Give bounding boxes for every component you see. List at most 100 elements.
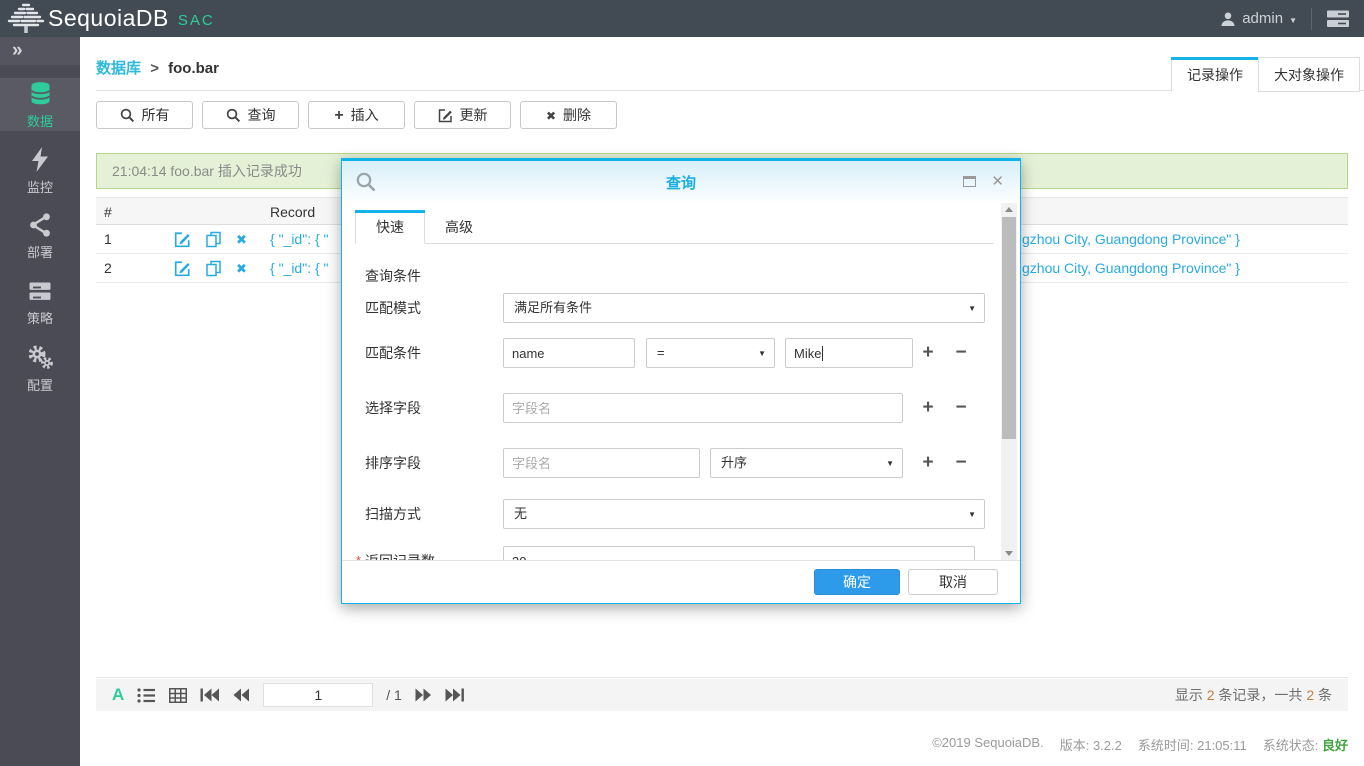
- system-time-label: 系统时间:: [1138, 738, 1197, 753]
- sidebar-item-monitor[interactable]: 监控: [0, 144, 80, 197]
- row-actions: [174, 225, 247, 254]
- breadcrumb: 数据库 > foo.bar: [96, 57, 219, 78]
- record-json-end[interactable]: gzhou City, Guangdong Province" }: [1022, 225, 1240, 254]
- system-status-value: 良好: [1322, 738, 1348, 753]
- sidebar-item-data[interactable]: 数据: [0, 78, 80, 131]
- remove-sort-field-icon[interactable]: [950, 452, 972, 474]
- sidebar-item-label: 部署: [27, 242, 53, 261]
- plus-icon: [334, 107, 343, 124]
- tab-record-operation[interactable]: 记录操作: [1171, 57, 1259, 92]
- query-modal: 查询 快速 高级 查询条件 匹配模式 满足所有条件 匹配条件: [341, 158, 1021, 604]
- last-page-icon[interactable]: [445, 688, 465, 702]
- tab-quick[interactable]: 快速: [355, 210, 425, 244]
- next-page-icon[interactable]: [415, 688, 432, 702]
- scan-mode-select[interactable]: 无: [503, 499, 985, 529]
- tab-advanced[interactable]: 高级: [425, 210, 493, 244]
- version-info: 版本: 3.2.2: [1060, 735, 1122, 754]
- chevron-down-icon: [1289, 10, 1297, 27]
- match-condition-label: 匹配条件: [365, 338, 421, 368]
- prev-page-icon[interactable]: [233, 688, 250, 702]
- scan-mode-label: 扫描方式: [365, 499, 421, 529]
- return-limit-label: 返回记录数: [365, 546, 435, 560]
- sort-field-input[interactable]: [503, 448, 700, 478]
- row-index: 1: [104, 225, 112, 254]
- record-json-start[interactable]: { "_id": { ": [270, 254, 329, 283]
- server-stack-icon: [1326, 9, 1350, 29]
- sidebar: 数据 监控 部署: [0, 37, 80, 766]
- scroll-up-arrow[interactable]: [1001, 203, 1017, 216]
- first-page-icon[interactable]: [200, 688, 220, 702]
- topbar: SequoiaDB SAC admin: [0, 0, 1364, 37]
- system-time-value: 21:05:11: [1197, 738, 1247, 753]
- operation-tabs: 记录操作 大对象操作: [1171, 57, 1360, 92]
- record-count-summary: 显示 2 条记录，一共 2 条: [1175, 685, 1332, 705]
- footer-status-bar: ©2019 SequoiaDB. 版本: 3.2.2 系统时间: 21:05:1…: [932, 735, 1348, 754]
- sidebar-item-strategy[interactable]: 策略: [0, 276, 80, 329]
- remove-select-field-icon[interactable]: [950, 397, 972, 419]
- sort-order-select[interactable]: 升序: [710, 448, 903, 478]
- query-button-label: 查询: [248, 105, 276, 125]
- modal-scrollbar: [1001, 203, 1017, 560]
- col-record-header: Record: [270, 198, 315, 226]
- condition-operator-select[interactable]: =: [646, 338, 775, 368]
- sort-field-row: 排序字段 升序: [342, 448, 1020, 478]
- system-status: 系统状态: 良好: [1263, 735, 1348, 754]
- insert-button-label: 插入: [351, 105, 379, 125]
- sidebar-item-label: 数据: [27, 111, 53, 130]
- match-mode-select[interactable]: 满足所有条件: [503, 293, 985, 323]
- edit-record-icon[interactable]: [174, 260, 191, 277]
- version-label: 版本:: [1060, 738, 1093, 753]
- record-json-start[interactable]: { "_id": { ": [270, 225, 329, 254]
- user-menu-button[interactable]: admin: [1220, 10, 1297, 27]
- table-view-icon[interactable]: [169, 687, 187, 704]
- scrollbar-thumb[interactable]: [1002, 217, 1016, 439]
- modal-footer: 确定 取消: [342, 560, 1020, 603]
- return-limit-input[interactable]: [503, 546, 975, 560]
- add-select-field-icon[interactable]: [917, 397, 939, 419]
- query-button[interactable]: 查询: [202, 101, 299, 129]
- table-bottom-divider: [96, 677, 1348, 678]
- text-view-button[interactable]: A: [112, 685, 124, 705]
- add-sort-field-icon[interactable]: [917, 452, 939, 474]
- delete-record-icon[interactable]: [236, 262, 247, 275]
- list-view-icon[interactable]: [137, 687, 156, 704]
- insert-button[interactable]: 插入: [308, 101, 405, 129]
- delete-record-icon[interactable]: [236, 233, 247, 246]
- select-field-input[interactable]: [503, 393, 903, 423]
- record-json-end[interactable]: gzhou City, Guangdong Province" }: [1022, 254, 1240, 283]
- condition-field-input[interactable]: [503, 338, 635, 368]
- copy-record-icon[interactable]: [205, 260, 222, 277]
- cancel-button[interactable]: 取消: [908, 569, 998, 595]
- breadcrumb-separator: >: [150, 60, 159, 77]
- sidebar-item-deploy[interactable]: 部署: [0, 210, 80, 263]
- double-chevron-right-icon: [12, 41, 23, 61]
- sidebar-item-config[interactable]: 配置: [0, 342, 80, 395]
- tab-lob-operation[interactable]: 大对象操作: [1258, 57, 1360, 92]
- summary-text: 条记录，一共: [1215, 687, 1307, 703]
- maximize-icon[interactable]: [963, 176, 976, 187]
- all-button-label: 所有: [142, 105, 170, 125]
- condition-value-input[interactable]: [785, 338, 913, 368]
- add-condition-icon[interactable]: [917, 342, 939, 364]
- sidebar-expand-button[interactable]: [0, 37, 80, 65]
- select-field-label: 选择字段: [365, 393, 421, 423]
- update-button[interactable]: 更新: [414, 101, 511, 129]
- ok-button[interactable]: 确定: [814, 569, 900, 595]
- topbar-divider: [1311, 8, 1312, 30]
- host-list-button[interactable]: [1326, 9, 1350, 29]
- close-icon[interactable]: [991, 172, 1004, 190]
- scan-mode-row: 扫描方式 无: [342, 499, 1020, 529]
- app-root: SequoiaDB SAC admin: [0, 0, 1364, 766]
- page-number-input[interactable]: [263, 683, 373, 707]
- remove-condition-icon[interactable]: [950, 342, 972, 364]
- all-button[interactable]: 所有: [96, 101, 193, 129]
- breadcrumb-database-link[interactable]: 数据库: [96, 60, 141, 77]
- match-mode-value: 满足所有条件: [514, 300, 592, 315]
- edit-record-icon[interactable]: [174, 231, 191, 248]
- scroll-down-arrow[interactable]: [1001, 547, 1017, 560]
- copy-record-icon[interactable]: [205, 231, 222, 248]
- delete-button[interactable]: 删除: [520, 101, 617, 129]
- version-value: 3.2.2: [1093, 738, 1122, 753]
- match-mode-label: 匹配模式: [365, 293, 421, 323]
- success-alert-text: 21:04:14 foo.bar 插入记录成功: [112, 161, 302, 181]
